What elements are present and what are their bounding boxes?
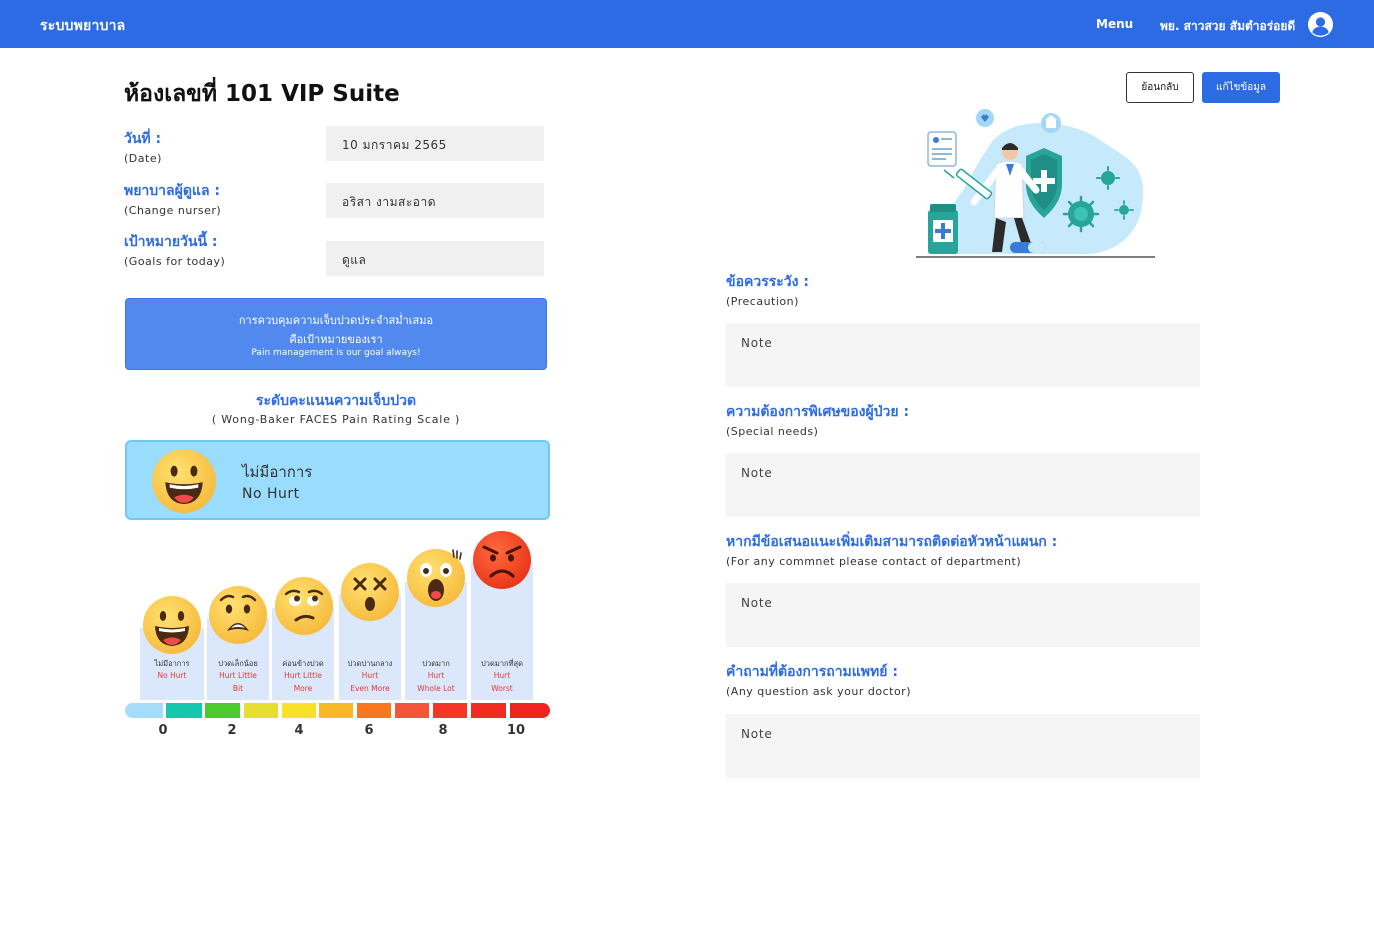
banner-line-2: คือเป้าหมายของเรา <box>289 333 383 346</box>
pain-management-banner: การควบคุมความเจ็บปวดประจำสม่ำเสมอ คือเป้… <box>125 298 547 370</box>
pain-level-2-en2: More <box>293 684 313 693</box>
back-button[interactable]: ย้อนกลับ <box>1126 72 1194 103</box>
brand-title[interactable]: ระบบพยาบาล <box>40 15 125 37</box>
nurse-label: พยาบาลผู้ดูแล : <box>124 183 220 199</box>
pain-bar-segment-7 <box>395 703 429 718</box>
date-field[interactable]: 10 มกราคม 2565 <box>326 126 544 161</box>
pain-number-6: 6 <box>364 723 374 738</box>
pain-level-0-th: ไม่มีอาการ <box>154 659 190 668</box>
pain-level-3-th: ปวดปานกลาง <box>347 659 393 668</box>
pain-level-0-en: No Hurt <box>157 671 187 680</box>
pain-scale-title: ระดับคะแนนความเจ็บปวด <box>255 393 417 409</box>
precaution-label: ข้อควรระวัง : <box>726 274 809 290</box>
nurse-field[interactable]: อริสา งามสะอาด <box>326 183 544 218</box>
pain-scale-subtitle: ( Wong-Baker FACES Pain Rating Scale ) <box>211 413 461 426</box>
current-pain-en: No Hurt <box>242 486 300 502</box>
dizzy-face-icon <box>341 563 399 621</box>
unamused-face-icon <box>275 577 333 635</box>
department-contact-label: หากมีข้อเสนอแนะเพิ่มเติมสามารถติดต่อหัวห… <box>726 534 1058 550</box>
doctor-question-note-field[interactable] <box>726 714 1200 778</box>
pain-level-5-en: Hurt <box>493 671 511 680</box>
current-pain-card[interactable]: ไม่มีอาการ No Hurt <box>125 440 550 520</box>
pain-bar-segment-0 <box>125 703 163 718</box>
pain-level-1-en2: Bit <box>232 684 244 693</box>
pain-number-0: 0 <box>158 723 168 738</box>
precaution-note-field[interactable] <box>726 323 1200 387</box>
pain-level-3-en2: Even More <box>350 684 390 693</box>
pain-bar-segment-1 <box>166 703 202 718</box>
pain-level-2-en: Hurt Little <box>284 671 322 680</box>
doctor-question-sublabel: (Any question ask your doctor) <box>726 685 912 698</box>
pain-bar-segment-4 <box>282 703 316 718</box>
pain-bar-segment-10 <box>510 703 550 718</box>
grinning-face-icon <box>143 596 201 654</box>
pain-bar-segment-8 <box>433 703 467 718</box>
worried-face-icon <box>209 586 267 644</box>
medicine-bottle-icon <box>928 204 958 254</box>
pain-bar-segment-5 <box>319 703 353 718</box>
pain-number-10: 10 <box>506 723 526 738</box>
pain-level-1-en: Hurt Little <box>219 671 257 680</box>
top-navbar: ระบบพยาบาล Menu พย. สาวสวย สัมตำอร่อยดี <box>0 0 1374 48</box>
pain-level-2-th: ค่อนข้างปวด <box>282 659 324 668</box>
banner-line-1: การควบคุมความเจ็บปวดประจำสม่ำเสมอ <box>238 314 434 327</box>
pain-bar-segment-2 <box>205 703 240 718</box>
user-name[interactable]: พย. สาวสวย สัมตำอร่อยดี <box>1160 17 1295 36</box>
date-label: วันที่ : <box>124 131 162 147</box>
edit-button[interactable]: แก้ไขข้อมูล <box>1202 72 1280 103</box>
pain-bar-segment-9 <box>471 703 506 718</box>
department-contact-sublabel: (For any commnet please contact of depar… <box>726 555 1022 568</box>
grinning-face-icon <box>152 449 216 513</box>
precaution-sublabel: (Precaution) <box>726 295 799 308</box>
page-title: ห้องเลขที่ 101 VIP Suite <box>124 81 400 107</box>
pain-bar-segment-3 <box>244 703 278 718</box>
date-sublabel: (Date) <box>124 152 162 165</box>
special-needs-label: ความต้องการพิเศษของผู้ป่วย : <box>726 404 910 420</box>
special-needs-sublabel: (Special needs) <box>726 425 819 438</box>
pain-level-3-en: Hurt <box>361 671 379 680</box>
pain-level-4-th: ปวดมาก <box>422 659 450 668</box>
goal-field[interactable]: ดูแล <box>326 241 544 276</box>
pain-level-4-en2: Whole Lot <box>417 684 455 693</box>
banner-line-3: Pain management is our goal always! <box>251 348 421 358</box>
pain-level-5-en2: Worst <box>491 684 513 693</box>
goal-sublabel: (Goals for today) <box>124 255 226 268</box>
pain-number-2: 2 <box>227 723 237 738</box>
doctor-illustration <box>916 109 1155 258</box>
doctor-question-label: คำถามที่ต้องการถามแพทย์ : <box>726 664 898 680</box>
user-avatar-icon[interactable] <box>1308 12 1333 37</box>
menu-link[interactable]: Menu <box>1096 17 1133 31</box>
pain-level-4-en: Hurt <box>427 671 445 680</box>
pain-number-4: 4 <box>294 723 304 738</box>
special-needs-note-field[interactable] <box>726 453 1200 517</box>
department-contact-note-field[interactable] <box>726 583 1200 647</box>
pain-level-1-th: ปวดเล็กน้อย <box>218 659 258 668</box>
nurse-sublabel: (Change nurser) <box>124 204 222 217</box>
pain-level-5-th: ปวดมากที่สุด <box>481 659 523 668</box>
goal-label: เป้าหมายวันนี้ : <box>124 234 218 250</box>
screaming-face-icon <box>407 549 465 607</box>
pain-bar-segment-6 <box>357 703 391 718</box>
pain-number-8: 8 <box>438 723 448 738</box>
current-pain-th: ไม่มีอาการ <box>242 463 313 481</box>
angry-face-icon <box>473 531 531 589</box>
